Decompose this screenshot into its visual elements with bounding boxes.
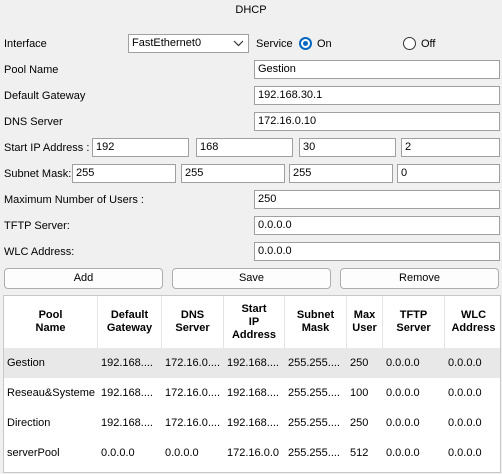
service-off-radio[interactable] bbox=[403, 37, 416, 50]
header-line: Gateway bbox=[106, 322, 153, 334]
col-header-default-gateway[interactable]: Default Gateway bbox=[98, 296, 162, 348]
cell-max-user: 250 bbox=[350, 417, 369, 429]
wlc-address-label: WLC Address: bbox=[4, 246, 75, 258]
col-header-dns-server[interactable]: DNS Server bbox=[162, 296, 224, 348]
cell-dns-server: 172.16.0.... bbox=[165, 387, 221, 399]
cell-pool-name: serverPool bbox=[7, 447, 60, 459]
default-gateway-label: Default Gateway bbox=[4, 90, 86, 102]
cell-wlc-address: 0.0.0.0 bbox=[448, 387, 482, 399]
header-line: Name bbox=[35, 322, 66, 334]
table-row[interactable]: Reseau&Systeme 192.168.... 172.16.0.... … bbox=[4, 378, 500, 408]
cell-wlc-address: 0.0.0.0 bbox=[448, 417, 482, 429]
subnet-mask-octet-2[interactable]: 255 bbox=[181, 164, 285, 183]
cell-tftp-server: 0.0.0.0 bbox=[386, 387, 420, 399]
cell-max-user: 512 bbox=[350, 447, 369, 459]
pools-table: Pool Name Default Gateway DNS Server Start I… bbox=[3, 295, 501, 473]
col-header-max-user[interactable]: Max User bbox=[347, 296, 383, 348]
header-line: Address bbox=[231, 328, 277, 341]
table-row[interactable]: serverPool 0.0.0.0 0.0.0.0 172.16.0.0 25… bbox=[4, 438, 500, 468]
window-title: DHCP bbox=[235, 4, 267, 16]
cell-max-user: 250 bbox=[350, 357, 369, 369]
col-header-tftp-server[interactable]: TFTP Server bbox=[383, 296, 445, 348]
header-line: Pool bbox=[38, 309, 63, 321]
header-line: WLC bbox=[460, 309, 487, 321]
cell-default-gateway: 192.168.... bbox=[101, 417, 153, 429]
header-line: User bbox=[352, 322, 377, 334]
cell-subnet-mask: 255.255.... bbox=[288, 447, 340, 459]
subnet-mask-octet-1[interactable]: 255 bbox=[72, 164, 176, 183]
dns-server-label: DNS Server bbox=[4, 116, 63, 128]
header-line: Max bbox=[353, 309, 376, 321]
header-line: TFTP bbox=[399, 309, 428, 321]
cell-start-ip: 192.168.... bbox=[227, 357, 279, 369]
start-ip-octet-3[interactable]: 30 bbox=[299, 138, 396, 157]
cell-tftp-server: 0.0.0.0 bbox=[386, 417, 420, 429]
pool-name-label: Pool Name bbox=[4, 64, 59, 76]
subnet-mask-octet-4[interactable]: 0 bbox=[397, 164, 500, 183]
interface-label: Interface bbox=[4, 38, 47, 50]
max-users-input[interactable]: 250 bbox=[254, 190, 500, 209]
header-line: Start bbox=[241, 302, 267, 315]
cell-default-gateway: 0.0.0.0 bbox=[101, 447, 135, 459]
service-on-label: On bbox=[317, 38, 332, 50]
header-line: IP bbox=[248, 315, 260, 328]
service-label: Service bbox=[256, 38, 293, 50]
interface-select[interactable]: FastEthernet0 bbox=[128, 34, 249, 53]
service-on-radio[interactable] bbox=[299, 37, 312, 50]
cell-default-gateway: 192.168.... bbox=[101, 357, 153, 369]
save-button[interactable]: Save bbox=[172, 268, 331, 289]
cell-tftp-server: 0.0.0.0 bbox=[386, 447, 420, 459]
cell-dns-server: 0.0.0.0 bbox=[165, 447, 199, 459]
start-ip-label: Start IP Address : bbox=[4, 142, 90, 154]
cell-default-gateway: 192.168.... bbox=[101, 387, 153, 399]
header-line: Mask bbox=[301, 322, 330, 334]
wlc-address-input[interactable]: 0.0.0.0 bbox=[254, 242, 500, 261]
cell-max-user: 100 bbox=[350, 387, 369, 399]
cell-dns-server: 172.16.0.... bbox=[165, 417, 221, 429]
service-off-label: Off bbox=[421, 38, 436, 50]
col-header-start-ip[interactable]: Start IP Address bbox=[224, 296, 285, 348]
header-line: Server bbox=[175, 322, 210, 334]
add-button[interactable]: Add bbox=[4, 268, 163, 289]
col-header-wlc-address[interactable]: WLC Address bbox=[445, 296, 500, 348]
cell-subnet-mask: 255.255.... bbox=[288, 387, 340, 399]
cell-pool-name: Reseau&Systeme bbox=[7, 387, 96, 399]
chevron-down-icon bbox=[233, 40, 244, 47]
header-line: Address bbox=[451, 322, 496, 334]
tftp-server-input[interactable]: 0.0.0.0 bbox=[254, 216, 500, 235]
interface-select-value: FastEthernet0 bbox=[132, 37, 202, 49]
cell-wlc-address: 0.0.0.0 bbox=[448, 447, 482, 459]
remove-button[interactable]: Remove bbox=[340, 268, 499, 289]
cell-start-ip: 192.168.... bbox=[227, 387, 279, 399]
max-users-label: Maximum Number of Users : bbox=[4, 194, 144, 206]
header-line: Server bbox=[396, 322, 431, 334]
col-header-pool-name[interactable]: Pool Name bbox=[4, 296, 98, 348]
cell-start-ip: 192.168.... bbox=[227, 417, 279, 429]
col-header-subnet-mask[interactable]: Subnet Mask bbox=[285, 296, 347, 348]
tftp-server-label: TFTP Server: bbox=[4, 220, 70, 232]
subnet-mask-octet-3[interactable]: 255 bbox=[289, 164, 393, 183]
header-line: Subnet bbox=[296, 309, 335, 321]
default-gateway-input[interactable]: 192.168.30.1 bbox=[254, 86, 500, 105]
start-ip-octet-2[interactable]: 168 bbox=[196, 138, 293, 157]
header-line: DNS bbox=[180, 309, 205, 321]
cell-tftp-server: 0.0.0.0 bbox=[386, 357, 420, 369]
cell-pool-name: Gestion bbox=[7, 357, 45, 369]
cell-start-ip: 172.16.0.0 bbox=[227, 447, 279, 459]
cell-wlc-address: 0.0.0.0 bbox=[448, 357, 482, 369]
header-line: Default bbox=[110, 309, 149, 321]
table-header: Pool Name Default Gateway DNS Server Start I… bbox=[4, 296, 500, 348]
cell-pool-name: Direction bbox=[7, 417, 51, 429]
cell-subnet-mask: 255.255.... bbox=[288, 417, 340, 429]
start-ip-octet-1[interactable]: 192 bbox=[92, 138, 189, 157]
start-ip-octet-4[interactable]: 2 bbox=[401, 138, 500, 157]
table-row[interactable]: Direction 192.168.... 172.16.0.... 192.1… bbox=[4, 408, 500, 438]
cell-subnet-mask: 255.255.... bbox=[288, 357, 340, 369]
cell-dns-server: 172.16.0.... bbox=[165, 357, 221, 369]
dns-server-input[interactable]: 172.16.0.10 bbox=[254, 112, 500, 131]
subnet-mask-label: Subnet Mask: bbox=[4, 168, 72, 180]
table-row[interactable]: Gestion 192.168.... 172.16.0.... 192.168… bbox=[4, 348, 500, 378]
pool-name-input[interactable]: Gestion bbox=[254, 60, 500, 79]
